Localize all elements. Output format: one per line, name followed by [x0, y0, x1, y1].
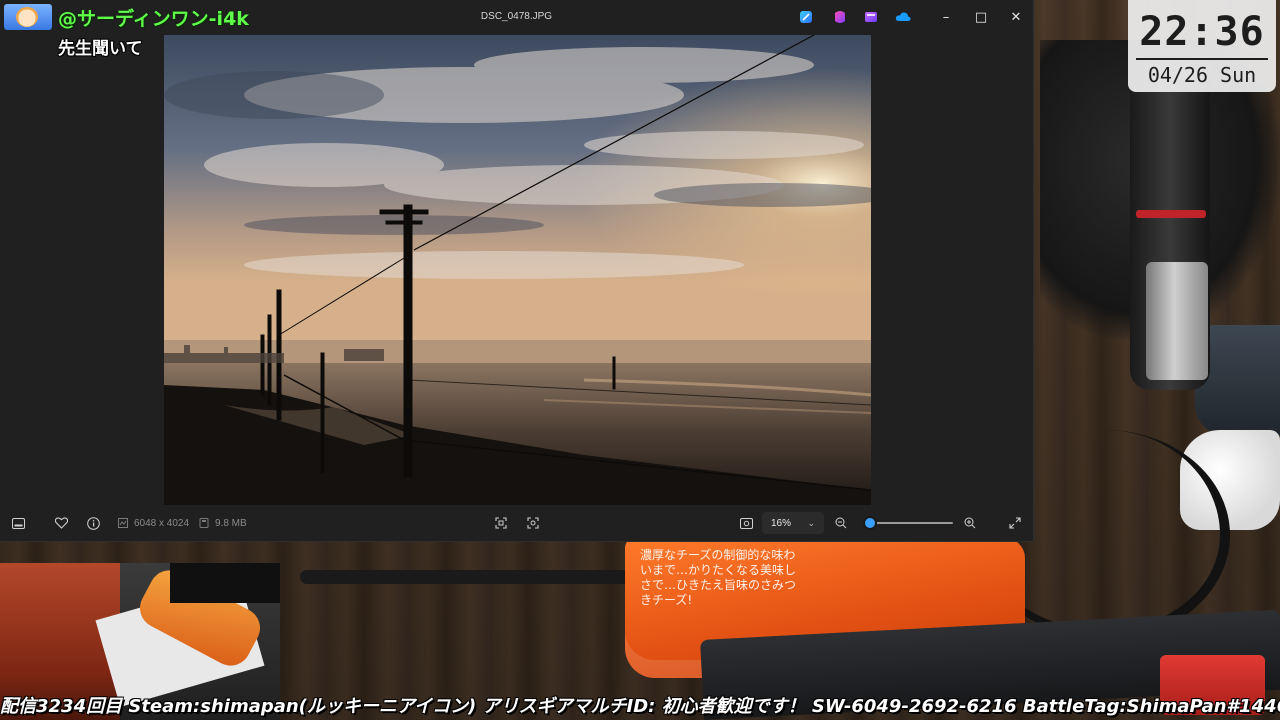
zoom-level-value: 16% [771, 517, 792, 529]
image-dimensions: 6048 x 4024 [134, 517, 190, 529]
fullscreen-icon[interactable] [1009, 505, 1021, 541]
favorite-heart-icon[interactable] [55, 505, 68, 541]
sunset-photo [164, 35, 871, 505]
actual-size-icon[interactable] [740, 505, 753, 541]
chat-message: 先生聞いて [58, 39, 143, 59]
dimensions-label: 6048 x 4024 [118, 505, 189, 541]
onedrive-icon[interactable] [891, 5, 915, 29]
clock-time: 22:36 [1139, 9, 1265, 55]
clock-divider [1136, 58, 1268, 60]
maximize-button[interactable]: □ [964, 0, 998, 34]
visual-search-icon[interactable] [527, 505, 539, 541]
zoom-slider-thumb[interactable] [864, 518, 875, 528]
clock-date: 04/26 Sun [1147, 63, 1257, 87]
zoom-slider-track [867, 522, 953, 524]
designer-icon[interactable] [794, 5, 818, 29]
minimize-button[interactable]: – [929, 0, 963, 34]
zoom-level-dropdown[interactable]: 16% ⌄ [762, 512, 824, 534]
filmstrip-toggle-icon[interactable] [12, 505, 25, 541]
crop-icon[interactable] [495, 505, 507, 541]
zoom-out-icon[interactable] [835, 505, 847, 541]
dimensions-icon [118, 518, 128, 528]
snack-bag-text: 濃厚なチーズの制御的な味わいまで…かりたくなる美味しさで…ひきたえ旨味のさみつき… [640, 548, 797, 607]
chevron-down-icon: ⌄ [807, 517, 815, 528]
photos-icon[interactable] [859, 5, 883, 29]
close-button[interactable]: ✕ [999, 0, 1033, 34]
webcam-shadow [170, 563, 280, 603]
photos-app-window: DSC_0478.JPG – □ ✕ 6048 x 4024 9.8 MB 16… [0, 0, 1033, 541]
image-file-size: 9.8 MB [215, 517, 247, 529]
chat-avatar [4, 4, 52, 30]
microphone-connector [1146, 262, 1208, 380]
info-icon[interactable] [87, 505, 100, 541]
photo-viewer-image[interactable] [164, 35, 871, 505]
chat-username: @サーディンワン-i4k [58, 8, 249, 30]
file-size-icon [199, 518, 209, 528]
microphone-ring [1136, 210, 1206, 218]
desk-cable [300, 570, 640, 584]
zoom-in-icon[interactable] [964, 505, 976, 541]
stream-ticker: 配信3234回目 Steam:shimapan(ルッキーニアイコン) アリスギア… [0, 696, 1280, 717]
clipchamp-icon[interactable] [828, 5, 852, 29]
zoom-slider[interactable] [864, 516, 954, 530]
clock-widget: 22:36 04/26 Sun [1128, 0, 1276, 92]
filesize-label: 9.8 MB [199, 505, 247, 541]
